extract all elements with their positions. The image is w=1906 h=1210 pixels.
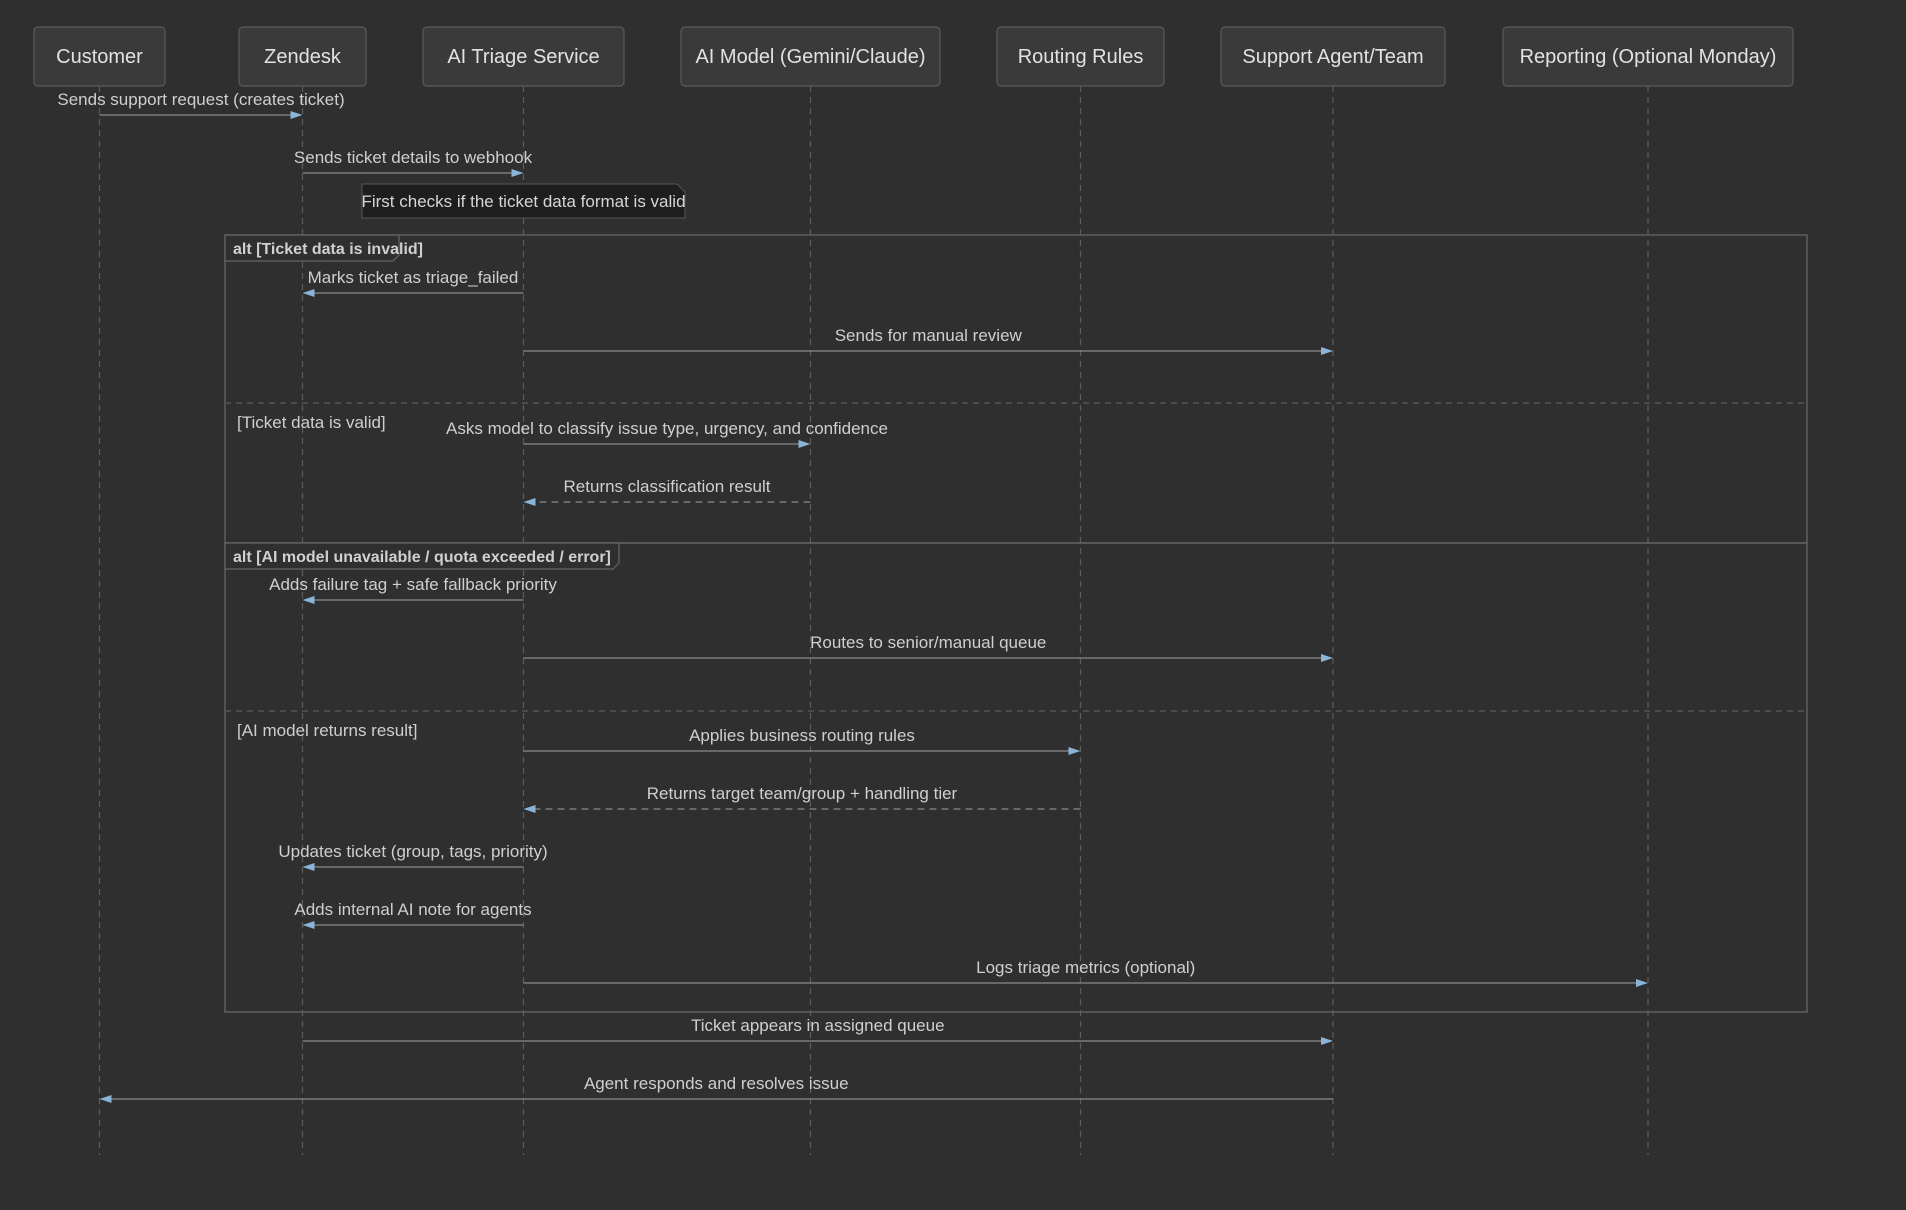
participant-triage: AI Triage Service: [422, 26, 625, 87]
participant-model: AI Model (Gemini/Claude): [680, 26, 941, 87]
note: First checks if the ticket data format i…: [361, 183, 686, 219]
arrowhead-icon: [523, 498, 536, 506]
message: Sends support request (creates ticket): [57, 90, 345, 119]
participant-label: Zendesk: [264, 46, 342, 68]
message: Sends for manual review: [523, 326, 1333, 355]
participant-rules: Routing Rules: [996, 26, 1165, 87]
alt-fragment: alt [AI model unavailable / quota exceed…: [224, 542, 1808, 1013]
participant-label: AI Model (Gemini/Claude): [695, 46, 925, 68]
message-label: Adds internal AI note for agents: [294, 900, 531, 919]
message: Ticket appears in assigned queue: [302, 1016, 1333, 1045]
message-label: Routes to senior/manual queue: [810, 633, 1046, 652]
message-label: Sends support request (creates ticket): [57, 90, 344, 109]
message-label: Asks model to classify issue type, urgen…: [446, 419, 888, 438]
sequence-diagram: alt [Ticket data is invalid] [Ticket data…: [33, 26, 1808, 1155]
participant-agent: Support Agent/Team: [1220, 26, 1446, 87]
message: Marks ticket as triage_failed: [302, 268, 524, 297]
arrowhead-icon: [302, 289, 315, 297]
message-label: Ticket appears in assigned queue: [691, 1016, 945, 1035]
message-label: Sends ticket details to webhook: [294, 148, 533, 167]
participant-label: Customer: [56, 46, 143, 68]
arrowhead-icon: [302, 863, 315, 871]
message-label: Returns target team/group + handling tie…: [647, 784, 958, 803]
message: Routes to senior/manual queue: [523, 633, 1333, 662]
note-text: First checks if the ticket data format i…: [361, 192, 685, 211]
message: Sends ticket details to webhook: [294, 148, 533, 177]
participant-label: Routing Rules: [1018, 46, 1144, 68]
message: Logs triage metrics (optional): [523, 958, 1648, 987]
arrowhead-icon: [99, 1095, 112, 1103]
message-label: Returns classification result: [564, 477, 771, 496]
message-label: Adds failure tag + safe fallback priorit…: [269, 575, 557, 594]
alt-condition-label: alt [Ticket data is invalid]: [233, 241, 423, 258]
message: Returns target team/group + handling tie…: [523, 784, 1081, 813]
participant-label: Reporting (Optional Monday): [1520, 46, 1777, 68]
participant-label: AI Triage Service: [447, 46, 599, 68]
else-condition-label: [AI model returns result]: [237, 721, 417, 740]
message: Asks model to classify issue type, urgen…: [446, 419, 888, 448]
arrowhead-icon: [1636, 979, 1648, 987]
arrowhead-icon: [302, 921, 315, 929]
message: Adds internal AI note for agents: [294, 900, 532, 929]
message: Agent responds and resolves issue: [99, 1074, 1333, 1103]
message: Returns classification result: [523, 477, 811, 506]
participant-reporting: Reporting (Optional Monday): [1502, 26, 1794, 87]
message: Updates ticket (group, tags, priority): [278, 842, 548, 871]
message-label: Logs triage metrics (optional): [976, 958, 1195, 977]
arrowhead-icon: [511, 169, 524, 177]
else-condition-label: [Ticket data is valid]: [237, 413, 386, 432]
message-label: Agent responds and resolves issue: [584, 1074, 849, 1093]
message-label: Marks ticket as triage_failed: [308, 268, 519, 287]
alt-frame: [224, 542, 1808, 1013]
message-label: Applies business routing rules: [689, 726, 915, 745]
message-label: Sends for manual review: [835, 326, 1023, 345]
arrowhead-icon: [1321, 347, 1333, 355]
message-label: Updates ticket (group, tags, priority): [278, 842, 547, 861]
message: Adds failure tag + safe fallback priorit…: [269, 575, 557, 604]
participant-customer: Customer: [33, 26, 166, 87]
alt-condition-label: alt [AI model unavailable / quota exceed…: [233, 549, 611, 566]
arrowhead-icon: [290, 111, 303, 119]
arrowhead-icon: [523, 805, 536, 813]
participant-label: Support Agent/Team: [1242, 46, 1423, 68]
arrowhead-icon: [1068, 747, 1081, 755]
arrowhead-icon: [1321, 1037, 1333, 1045]
message: Applies business routing rules: [523, 726, 1081, 755]
participants: Customer Zendesk AI Triage Service AI Model…: [33, 26, 1794, 87]
arrowhead-icon: [1321, 654, 1333, 662]
arrowhead-icon: [798, 440, 811, 448]
arrowhead-icon: [302, 596, 315, 604]
participant-zendesk: Zendesk: [238, 26, 367, 87]
